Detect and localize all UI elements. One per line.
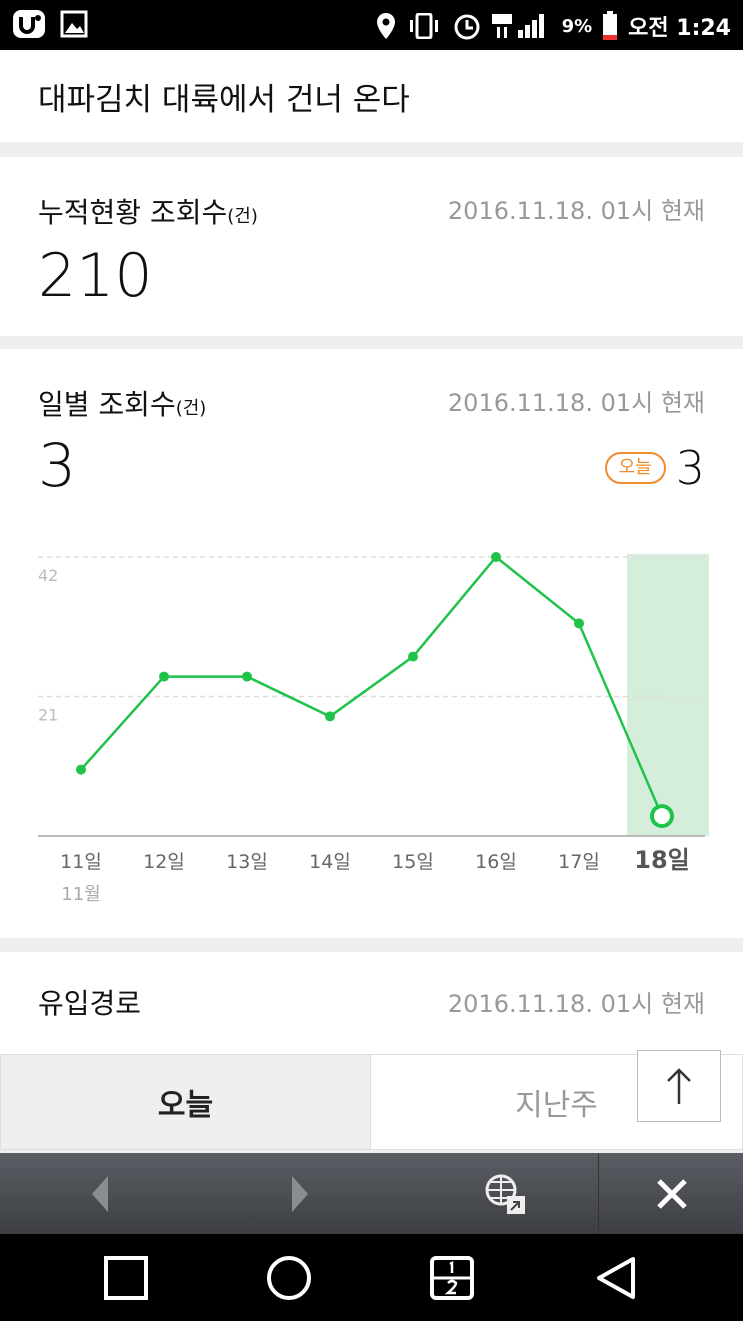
gallery-icon <box>60 10 88 38</box>
cumulative-title: 누적현황 조회수(건) <box>38 191 258 231</box>
data-point <box>242 671 252 682</box>
lte-signal-icon <box>491 14 544 38</box>
x-tick-label: 18일 <box>634 846 689 874</box>
daily-title-text: 일별 조회수 <box>38 388 176 421</box>
x-tick-label: 14일 <box>309 851 351 873</box>
back-triangle-icon <box>597 1257 635 1299</box>
cumulative-title-text: 누적현황 조회수 <box>38 196 228 229</box>
x-tick-label: 12일 <box>143 851 185 873</box>
dual-window-button[interactable] <box>422 1252 482 1304</box>
x-tick-label: 11일 <box>60 851 102 873</box>
cumulative-timestamp: 2016.11.18. 01시 현재 <box>447 197 705 225</box>
u-plus-icon <box>13 10 45 38</box>
month-label: 11월 <box>61 884 100 905</box>
battery-icon <box>603 11 618 40</box>
page-header: 대파김치 대륙에서 건너 온다 <box>0 50 743 142</box>
browser-toolbar <box>0 1153 743 1234</box>
x-tick-label: 15일 <box>392 851 434 873</box>
triangle-left-icon <box>92 1175 108 1212</box>
browser-back-button[interactable] <box>70 1153 130 1234</box>
data-point <box>491 552 501 562</box>
daily-unit: (건) <box>175 398 207 419</box>
browser-forward-button[interactable] <box>270 1153 330 1234</box>
page-title: 대파김치 대륙에서 건너 온다 <box>38 82 410 118</box>
dual-window-icon <box>430 1256 474 1300</box>
inflow-card: 유입경로 2016.11.18. 01시 현재 <box>0 952 743 1057</box>
tab-today[interactable]: 오늘 <box>0 1054 371 1150</box>
daily-title: 일별 조회수(건) <box>38 383 206 423</box>
daily-value: 3 <box>38 431 77 501</box>
browser-open-external-button[interactable] <box>470 1153 540 1234</box>
square-icon <box>104 1256 148 1300</box>
browser-close-button[interactable] <box>598 1153 743 1234</box>
battery-percent: 9% <box>561 15 593 37</box>
arrow-up-icon <box>667 1068 691 1104</box>
today-value: 3 <box>675 441 705 495</box>
vibrate-icon <box>409 13 438 39</box>
cumulative-unit: (건) <box>227 206 258 227</box>
daily-views-card: 일별 조회수(건) 2016.11.18. 01시 현재 3 오늘 3 21 42… <box>0 349 743 938</box>
scroll-to-top-button[interactable] <box>637 1050 721 1122</box>
location-icon <box>376 13 395 39</box>
series-line <box>80 555 664 817</box>
y-tick-label: 21 <box>38 706 58 725</box>
clock: 오전 1:24 <box>628 16 731 41</box>
data-point <box>76 764 86 775</box>
x-tick-label: 13일 <box>226 851 268 873</box>
status-bar: 9% 오전 1:24 <box>0 0 743 50</box>
cumulative-card: 누적현황 조회수(건) 2016.11.18. 01시 현재 210 <box>0 157 743 336</box>
triangle-right-icon <box>292 1175 308 1212</box>
circle-icon <box>267 1256 311 1300</box>
data-point <box>408 651 418 662</box>
daily-timestamp: 2016.11.18. 01시 현재 <box>447 389 705 417</box>
system-nav-bar <box>0 1234 743 1321</box>
globe-share-icon <box>485 1174 525 1214</box>
today-highlight <box>627 554 709 836</box>
back-button[interactable] <box>586 1252 646 1304</box>
inflow-title: 유입경로 <box>38 987 142 1020</box>
period-tabs: 오늘 지난주 <box>0 1054 743 1150</box>
alarm-icon <box>454 14 480 40</box>
today-summary: 오늘 3 <box>604 441 705 495</box>
y-tick-label: 42 <box>38 566 58 585</box>
x-tick-label: 16일 <box>475 851 517 873</box>
data-point <box>159 671 169 682</box>
daily-views-chart: 21 42 11일 12일 13일 14일 15일 16일 17일 18일 11월 <box>38 552 709 905</box>
data-point <box>325 711 335 722</box>
today-badge: 오늘 <box>604 452 666 484</box>
cumulative-value: 210 <box>38 241 153 311</box>
data-point <box>574 618 584 629</box>
inflow-timestamp: 2016.11.18. 01시 현재 <box>447 990 705 1018</box>
recent-apps-button[interactable] <box>96 1252 156 1304</box>
close-icon <box>656 1178 687 1209</box>
home-button[interactable] <box>259 1252 319 1304</box>
today-point <box>650 804 674 829</box>
x-tick-label: 17일 <box>558 851 600 873</box>
